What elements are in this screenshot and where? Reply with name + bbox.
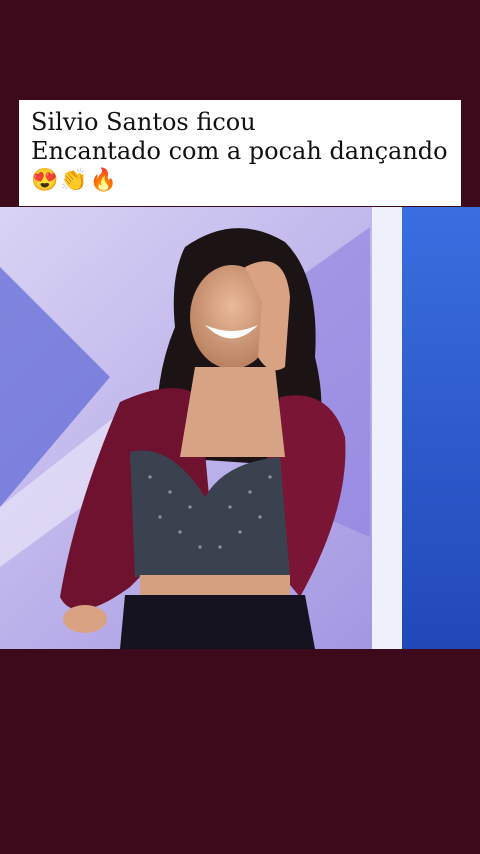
caption-box: Silvio Santos ficou Encantado com a poca… <box>19 100 461 206</box>
video-frame[interactable] <box>0 207 480 649</box>
caption-emoji-row: 😍👏🔥 <box>31 168 120 193</box>
caption-line-1: Silvio Santos ficou <box>31 108 256 136</box>
caption-line-2: Encantado com a pocah dançando <box>31 137 448 165</box>
reel-page: Silvio Santos ficou Encantado com a poca… <box>0 0 480 854</box>
video-touch-overlay[interactable] <box>0 207 480 649</box>
